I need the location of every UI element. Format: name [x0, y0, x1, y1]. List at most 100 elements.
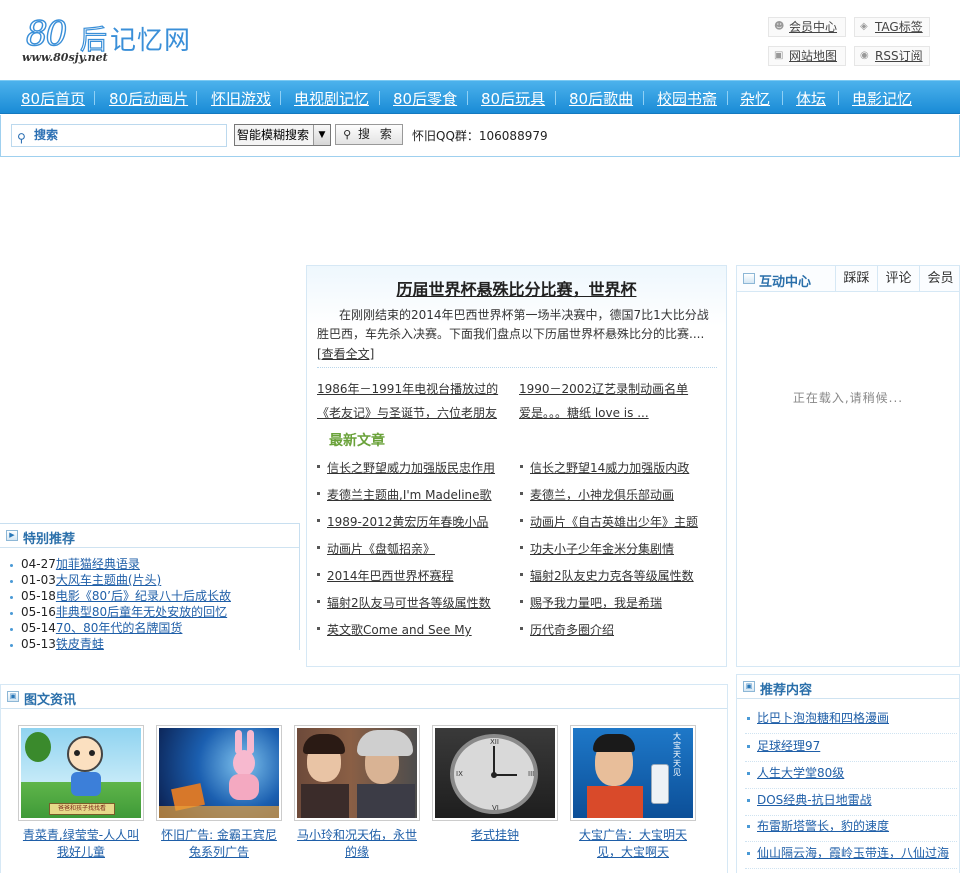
interaction-tabs: 互动中心 踩踩 评论 会员: [737, 266, 959, 292]
article-link[interactable]: 功夫小子少年金米分集剧情: [520, 540, 674, 557]
photo-thumbnail[interactable]: 大宝天天见: [570, 725, 696, 821]
list-item: 05-1470、80年代的名牌国货: [10, 619, 182, 636]
search-input[interactable]: ⚲ 搜索: [11, 124, 227, 147]
nav-separator: [280, 91, 281, 105]
nav-item-cartoon[interactable]: 80后动画片: [109, 88, 188, 109]
loading-text: 正在载入,请稍候...: [792, 391, 904, 405]
logo-number: 80: [25, 13, 68, 54]
article-link[interactable]: 1989-2012黄宏历年春晚小品: [317, 513, 488, 530]
nav-separator: [379, 91, 380, 105]
arrow-right-icon: ▶: [6, 530, 18, 541]
page-icon: ▣: [743, 681, 755, 692]
article-link[interactable]: 动画片《盘瓠招亲》: [317, 540, 435, 557]
article-link[interactable]: 动画片《自古英雄出少年》主题: [520, 513, 698, 530]
qq-group-text: 怀旧QQ群：106088979: [412, 129, 548, 143]
nav-item-movies[interactable]: 电影记忆: [852, 88, 912, 109]
photo-caption-link[interactable]: 马小玲和况天佑，永世的缘: [294, 827, 420, 861]
logo-site-name: 记忆网: [110, 26, 192, 56]
recommend-panel: ▣ 推荐内容 比巴卜泡泡糖和四格漫画 足球经理97 人生大学堂80级 DOS经典…: [736, 674, 960, 873]
recommend-link[interactable]: 仙山隔云海，霞岭玉带连，八仙过海: [745, 843, 957, 869]
main-nav: 80后首页 80后动画片 怀旧游戏 电视剧记忆 80后零食 80后玩具 80后歌…: [0, 80, 960, 114]
nav-item-sports[interactable]: 体坛: [796, 88, 826, 109]
map-icon: ▣: [774, 50, 784, 61]
member-center-link[interactable]: ☻ 会员中心: [768, 17, 846, 37]
headline-link[interactable]: 1990－2002辽艺录制动画名单: [519, 380, 688, 397]
photo-thumbnail[interactable]: 爸爸和孩子找找看: [18, 725, 144, 821]
nav-separator: [727, 91, 728, 105]
image-caption-text: 爸爸和孩子找找看: [49, 803, 115, 815]
rss-label: RSS订阅: [875, 49, 923, 63]
nav-item-tv[interactable]: 电视剧记忆: [294, 88, 369, 109]
item-link[interactable]: 电影《80’后》纪录八十后成长故: [56, 589, 231, 603]
photo-caption-link[interactable]: 怀旧广告: 金霸王宾尼兔系列广告: [156, 827, 282, 861]
item-link[interactable]: 铁皮青蛙: [56, 637, 104, 651]
site-logo[interactable]: 80 后 记忆网 www.80sjy.net: [22, 12, 222, 68]
article-link[interactable]: 历代奇多圈介绍: [520, 621, 614, 638]
photo-caption-link[interactable]: 老式挂钟: [432, 827, 558, 844]
recommend-header: ▣ 推荐内容: [737, 675, 959, 699]
nav-item-misc[interactable]: 杂忆: [740, 88, 770, 109]
photo-caption-link[interactable]: 大宝广告：大宝明天见，大宝啊天: [570, 827, 696, 861]
featured-summary: 在刚刚结束的2014年巴西世界杯第一场半决赛中，德国7比1大比分战胜巴西，车先杀…: [317, 308, 709, 341]
nav-separator: [782, 91, 783, 105]
headline-link[interactable]: 爱是。。。糖纸 love is ...: [519, 404, 649, 421]
interaction-center-panel: 互动中心 踩踩 评论 会员 正在载入,请稍候...: [736, 265, 960, 667]
recommend-link[interactable]: 足球经理97: [745, 736, 957, 762]
site-map-link[interactable]: ▣ 网站地图: [768, 46, 846, 66]
nav-item-campus[interactable]: 校园书斋: [657, 88, 717, 109]
recommend-link[interactable]: 比巴卜泡泡糖和四格漫画: [745, 708, 957, 734]
rss-icon: ◉: [860, 50, 869, 61]
page-icon: [743, 273, 755, 284]
article-link[interactable]: 麦德兰主题曲,I'm Madeline歌: [317, 486, 492, 503]
article-link[interactable]: 辐射2队友史力克各等级属性数: [520, 567, 694, 584]
recommend-link[interactable]: DOS经典-抗日地雷战: [745, 790, 957, 816]
article-link[interactable]: 辐射2队友马可世各等级属性数: [317, 594, 491, 611]
search-mode-select[interactable]: 智能模糊搜索 ▼: [234, 124, 331, 146]
tab-votes[interactable]: 踩踩: [835, 266, 877, 292]
photo-news-panel: ▣ 图文资讯 爸爸和孩子找找看 青菜青,绿莹莹-人人叫我好儿童 怀旧广告: 金霸…: [0, 684, 728, 873]
headline-link[interactable]: 《老友记》与圣诞节，六位老朋友: [317, 404, 497, 421]
tag-link[interactable]: ◈ TAG标签: [854, 17, 930, 37]
article-link[interactable]: 信长之野望威力加强版民忠作用: [317, 459, 495, 476]
tab-members[interactable]: 会员: [919, 266, 960, 292]
item-date: 04-27: [21, 557, 56, 571]
photo-thumbnail[interactable]: [294, 725, 420, 821]
list-item: 05-18电影《80’后》纪录八十后成长故: [10, 587, 231, 604]
item-link[interactable]: 加菲猫经典语录: [56, 557, 140, 571]
recommend-link[interactable]: 布雷斯塔警长，豹的速度: [745, 816, 957, 842]
search-button[interactable]: ⚲ 搜 索: [335, 124, 403, 145]
photo-news-header: ▣ 图文资讯: [1, 685, 727, 709]
item-link[interactable]: 70、80年代的名牌国货: [56, 621, 183, 635]
item-link[interactable]: 非典型80后童年无处安放的回忆: [56, 605, 227, 619]
item-link[interactable]: 大风车主题曲(片头): [56, 573, 161, 587]
nav-item-games[interactable]: 怀旧游戏: [211, 88, 271, 109]
recommend-link[interactable]: 人生大学堂80级: [745, 763, 957, 789]
photo-thumbnail[interactable]: [156, 725, 282, 821]
nav-item-snacks[interactable]: 80后零食: [393, 88, 457, 109]
read-more-link[interactable]: [查看全文]: [317, 345, 374, 362]
list-item: 01-03大风车主题曲(片头): [10, 571, 161, 588]
list-item: 05-13铁皮青蛙: [10, 635, 104, 652]
photo-icon: ▣: [7, 691, 19, 702]
article-link[interactable]: 信长之野望14威力加强版内政: [520, 459, 689, 476]
nav-item-songs[interactable]: 80后歌曲: [569, 88, 633, 109]
nav-item-home[interactable]: 80后首页: [21, 88, 85, 109]
special-recommend-panel: ▶ 特别推荐 04-27加菲猫经典语录 01-03大风车主题曲(片头) 05-1…: [0, 523, 300, 652]
featured-title[interactable]: 历届世界杯悬殊比分比赛，世界杯: [307, 276, 726, 300]
nav-separator: [643, 91, 644, 105]
nav-separator: [555, 91, 556, 105]
photo-thumbnail[interactable]: XII III VI IX: [432, 725, 558, 821]
nav-item-toys[interactable]: 80后玩具: [481, 88, 545, 109]
tag-label: TAG标签: [875, 20, 923, 34]
article-link[interactable]: 赐予我力量吧，我是希瑞: [520, 594, 662, 611]
article-link[interactable]: 麦德兰，小神龙俱乐部动画: [520, 486, 674, 503]
photo-caption-link[interactable]: 青菜青,绿莹莹-人人叫我好儿童: [18, 827, 144, 861]
article-link[interactable]: 英文歌Come and See My: [317, 621, 472, 638]
search-button-label: 搜 索: [358, 127, 395, 141]
cartoon-kid-image: 爸爸和孩子找找看: [21, 728, 141, 818]
tab-comments[interactable]: 评论: [877, 266, 919, 292]
rss-link[interactable]: ◉ RSS订阅: [854, 46, 930, 66]
article-link[interactable]: 2014年巴西世界杯赛程: [317, 567, 454, 584]
tab-interaction-center[interactable]: 互动中心: [743, 271, 811, 290]
headline-link[interactable]: 1986年－1991年电视台播放过的: [317, 380, 498, 397]
